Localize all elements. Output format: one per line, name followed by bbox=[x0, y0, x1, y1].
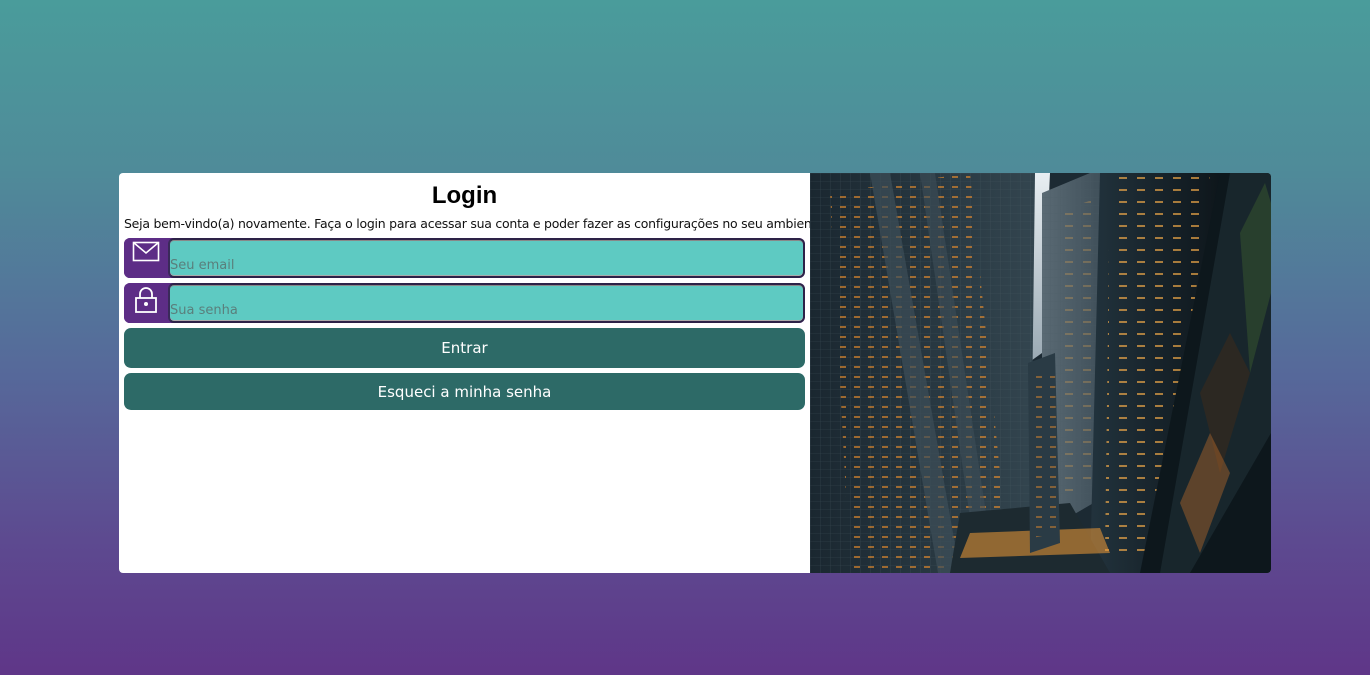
lock-icon bbox=[124, 283, 168, 323]
login-card: Login Seja bem-vindo(a) novamente. Faça … bbox=[119, 173, 1271, 573]
email-field-group bbox=[124, 238, 805, 278]
password-field-group bbox=[124, 283, 805, 323]
password-input[interactable] bbox=[168, 283, 805, 323]
city-buildings-image bbox=[810, 173, 1271, 573]
envelope-icon bbox=[124, 238, 168, 278]
login-button[interactable]: Entrar bbox=[124, 328, 805, 368]
login-form: Login Seja bem-vindo(a) novamente. Faça … bbox=[119, 173, 828, 573]
forgot-password-button[interactable]: Esqueci a minha senha bbox=[124, 373, 805, 410]
welcome-text: Seja bem-vindo(a) novamente. Faça o logi… bbox=[124, 216, 828, 231]
email-input[interactable] bbox=[168, 238, 805, 278]
page-title: Login bbox=[431, 182, 498, 209]
